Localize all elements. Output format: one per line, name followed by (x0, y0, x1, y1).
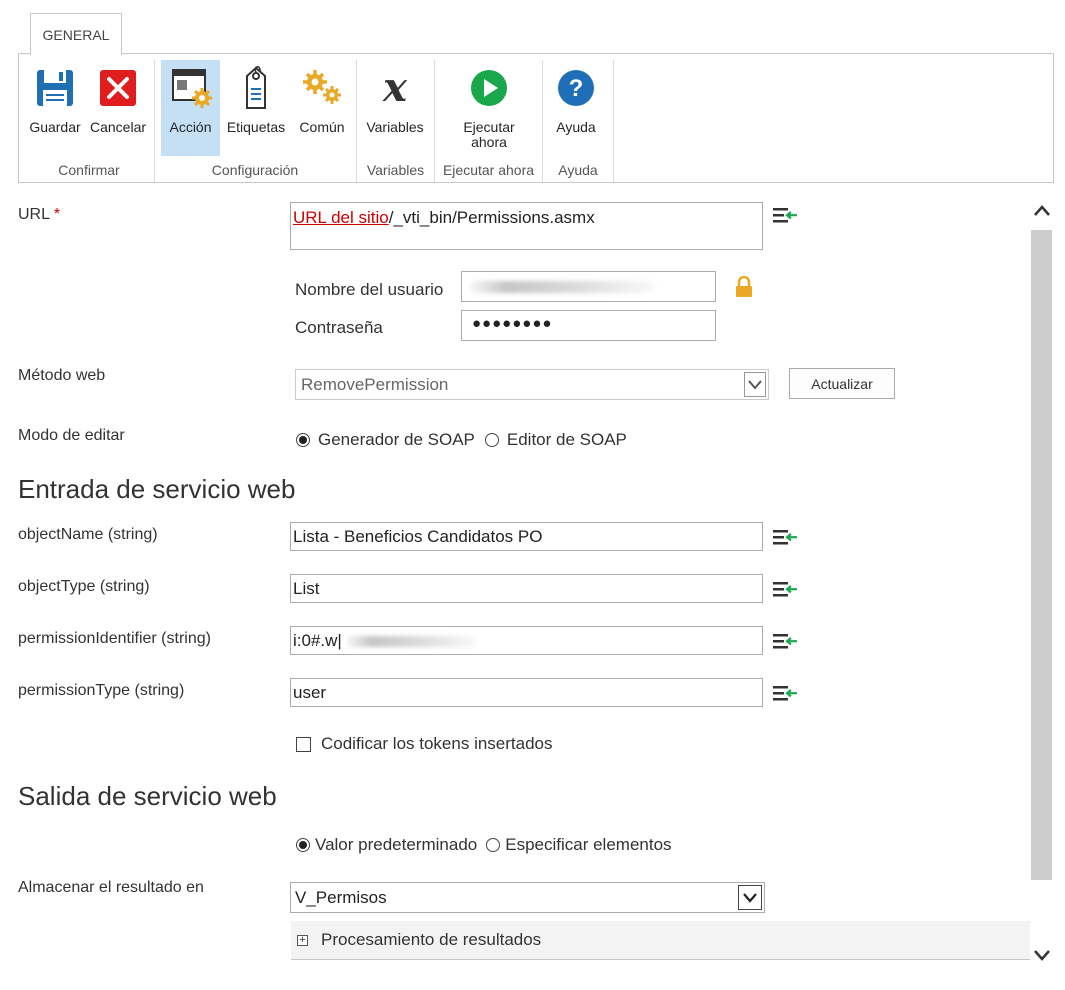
redacted-blur (470, 281, 655, 293)
store-result-select[interactable]: V_Permisos (290, 882, 765, 913)
scroll-down-icon[interactable] (1033, 948, 1051, 967)
param-permission-identifier-field[interactable]: i:0#.w| (290, 626, 763, 655)
result-processing-label: Procesamiento de resultados (321, 930, 542, 949)
soap-editor-label: Editor de SOAP (506, 430, 627, 449)
scroll-up-icon[interactable] (1033, 204, 1051, 223)
web-method-select[interactable]: RemovePermission (295, 369, 769, 400)
tab-general[interactable]: GENERAL (30, 13, 122, 55)
cancel-button[interactable]: Cancelar (87, 60, 149, 156)
edit-mode-label: Modo de editar (18, 427, 125, 444)
common-button-label: Común (299, 119, 345, 135)
action-button[interactable]: Acción (161, 60, 220, 156)
default-value-label: Valor predeterminado (315, 835, 478, 854)
help-icon: ? (554, 66, 598, 110)
param-label: permissionType (string) (18, 682, 185, 699)
variables-button[interactable]: x Variables (362, 60, 428, 156)
output-section-heading: Salida de servicio web (18, 781, 277, 811)
run-now-button-label: Ejecutar ahora (463, 119, 515, 150)
run-now-button[interactable]: Ejecutar ahora (449, 60, 529, 156)
input-section-heading: Entrada de servicio web (18, 474, 296, 504)
play-icon (467, 66, 511, 110)
param-label: objectName (string) (18, 526, 158, 543)
store-result-label: Almacenar el resultado en (18, 879, 204, 896)
chevron-down-icon[interactable] (744, 372, 766, 397)
insert-reference-icon[interactable] (773, 631, 799, 656)
save-button-label: Guardar (29, 119, 81, 135)
username-field[interactable] (461, 271, 716, 302)
default-value-radio[interactable] (296, 838, 310, 852)
insert-reference-icon[interactable] (773, 205, 799, 230)
group-run-label: Ejecutar ahora (442, 162, 535, 178)
password-field[interactable]: ●●●●●●●● (461, 310, 716, 341)
param-object-name-field[interactable]: Lista - Beneficios Candidatos PO (290, 522, 763, 551)
soap-builder-radio[interactable] (296, 433, 310, 447)
encode-tokens-row: Codificar los tokens insertados (296, 734, 553, 754)
tags-button-label: Etiquetas (226, 119, 286, 135)
lock-icon[interactable] (735, 275, 753, 303)
url-field[interactable]: URL del sitio/_vti_bin/Permissions.asmx (290, 202, 763, 250)
tags-button[interactable]: Etiquetas (223, 60, 289, 156)
help-button-label: Ayuda (556, 119, 596, 135)
variables-button-label: Variables (366, 119, 424, 135)
param-permission-type-field[interactable]: user (290, 678, 763, 707)
tab-general-label: GENERAL (42, 26, 110, 43)
encode-tokens-checkbox[interactable] (296, 736, 311, 752)
soap-builder-label: Generador de SOAP (318, 430, 475, 449)
insert-reference-icon[interactable] (773, 527, 799, 552)
web-method-value: RemovePermission (301, 375, 449, 394)
group-divider (613, 60, 614, 182)
gears-icon (300, 66, 344, 110)
common-button[interactable]: Común (292, 60, 352, 156)
param-label: permissionIdentifier (string) (18, 630, 211, 647)
output-radio-group: Valor predeterminado Especificar element… (296, 835, 672, 855)
required-marker: * (53, 206, 61, 223)
web-method-label: Método web (18, 367, 106, 384)
help-button[interactable]: ? Ayuda (551, 60, 601, 156)
action-icon (169, 66, 213, 110)
group-variables-label: Variables (366, 162, 425, 178)
username-label: Nombre del usuario (295, 280, 444, 299)
param-object-type-field[interactable]: List (290, 574, 763, 603)
scrollbar-thumb[interactable] (1031, 230, 1052, 880)
save-icon (33, 66, 77, 110)
edit-mode-radio-group: Generador de SOAP Editor de SOAP (296, 430, 627, 450)
param-permission-identifier-value: i:0#.w| (293, 631, 342, 650)
expand-icon[interactable]: + (297, 934, 308, 946)
group-confirm-label: Confirmar (58, 162, 120, 178)
site-url-token-link[interactable]: URL del sitio (293, 208, 389, 227)
tag-icon (234, 66, 278, 110)
group-config-label: Configuración (211, 162, 299, 178)
encode-tokens-label: Codificar los tokens insertados (321, 734, 553, 753)
variables-icon: x (383, 64, 407, 111)
specify-elements-label: Especificar elementos (505, 835, 672, 854)
svg-text:?: ? (569, 75, 584, 102)
ribbon: Guardar Cancelar Acción Etiquetas Común … (18, 53, 1054, 183)
cancel-button-label: Cancelar (89, 119, 147, 135)
insert-reference-icon[interactable] (773, 579, 799, 604)
result-processing-section[interactable]: + Procesamiento de resultados (291, 921, 1030, 960)
param-label: objectType (string) (18, 578, 150, 595)
refresh-button[interactable]: Actualizar (789, 368, 895, 399)
cancel-icon (96, 66, 140, 110)
save-button[interactable]: Guardar (25, 60, 85, 156)
group-help-label: Ayuda (558, 162, 598, 178)
insert-reference-icon[interactable] (773, 683, 799, 708)
redacted-blur (346, 636, 476, 647)
chevron-down-icon[interactable] (738, 885, 762, 910)
action-button-label: Acción (169, 119, 212, 135)
password-label: Contraseña (295, 318, 383, 337)
store-result-value: V_Permisos (295, 888, 387, 907)
url-path-text: /_vti_bin/Permissions.asmx (388, 208, 595, 227)
soap-editor-radio[interactable] (484, 433, 499, 447)
specify-elements-radio[interactable] (486, 838, 501, 852)
url-label: URL * (18, 206, 61, 223)
